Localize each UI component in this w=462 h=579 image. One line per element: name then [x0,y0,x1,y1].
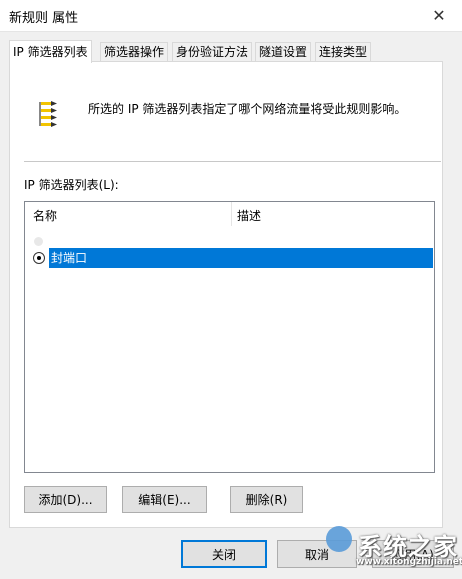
filter-list-label: IP 筛选器列表(L): [24,178,119,192]
column-divider[interactable] [231,202,232,226]
add-button[interactable]: 添加(D)... [24,486,107,513]
tab-panel: 所选的 IP 筛选器列表指定了哪个网络流量将受此规则影响。 IP 筛选器列表(L… [9,61,443,528]
tab-tunnel-settings[interactable]: 隧道设置 [255,42,312,62]
tab-authentication-methods[interactable]: 身份验证方法 [172,42,253,62]
delete-button[interactable]: 删除(R) [230,486,303,513]
tab-ip-filter-list[interactable]: IP 筛选器列表 [9,40,92,63]
tab-connection-type[interactable]: 连接类型 [315,42,372,62]
column-header-description[interactable]: 描述 [237,207,261,224]
column-header-name[interactable]: 名称 [33,207,57,224]
filter-list-icon [39,101,57,127]
watermark: 系统之家 www.xitongzhijia.net [298,523,462,573]
edit-button[interactable]: 编辑(E)... [122,486,207,513]
row-name: 封端口 [51,251,88,265]
tab-filter-action[interactable]: 筛选器操作 [100,42,169,62]
watermark-url: www.xitongzhijia.net [356,557,462,567]
filter-list-view[interactable]: 名称 描述 封端口 [24,201,435,473]
title-bar: 新规则 属性 ✕ [0,0,462,32]
row-radio-button[interactable] [33,252,45,264]
ghost-radio-icon [34,237,43,246]
close-button[interactable]: 关闭 [181,540,267,568]
info-description: 所选的 IP 筛选器列表指定了哪个网络流量将受此规则影响。 [88,102,407,116]
window-title: 新规则 属性 [9,11,79,26]
list-header: 名称 描述 [25,202,434,226]
table-row-selected[interactable]: 封端口 [49,248,433,268]
close-icon: ✕ [432,6,446,25]
close-window-button[interactable]: ✕ [416,0,462,31]
separator [24,161,441,162]
watermark-logo-icon [326,526,352,552]
